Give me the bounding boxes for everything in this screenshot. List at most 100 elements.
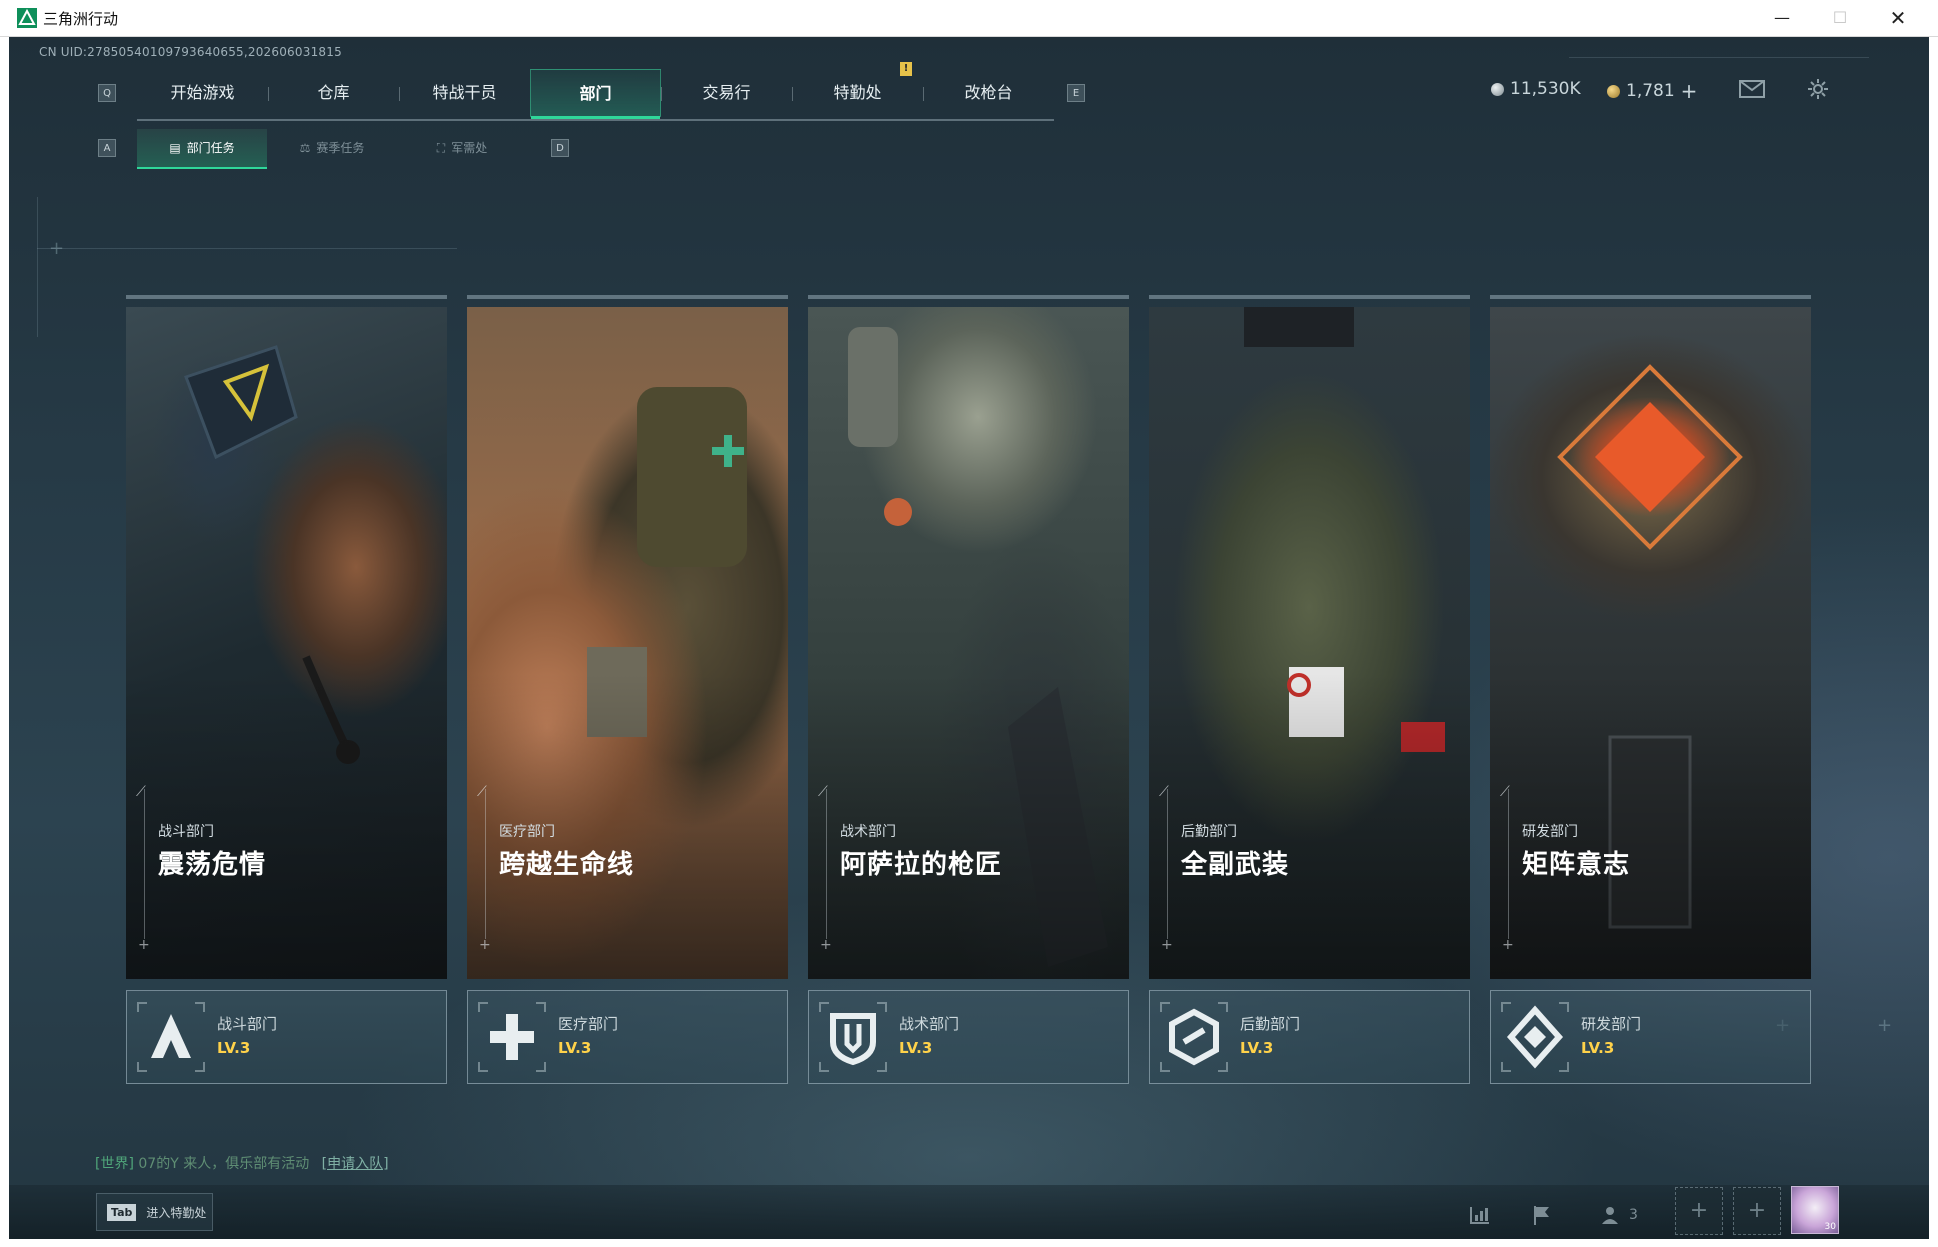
dept-level: LV.3 — [558, 1039, 592, 1057]
minimize-button[interactable]: — — [1754, 0, 1810, 37]
card-frame-line — [826, 789, 827, 939]
friend-count: 3 — [1629, 1207, 1638, 1223]
tab-operators[interactable]: 特战干员 — [399, 69, 530, 117]
combat-dept-icon — [137, 1002, 205, 1072]
stats-chart-icon[interactable] — [1465, 1203, 1495, 1227]
subtab-dept-tasks[interactable]: ▤ 部门任务 — [137, 129, 267, 169]
tab-special-ops[interactable]: 特勤处 — [792, 69, 923, 117]
nav-next-key-hint[interactable]: E — [1067, 84, 1085, 102]
crosshair-icon: + — [1161, 937, 1173, 953]
dept-card-research[interactable]: ⟋ + 研发部门 矩阵意志 — [1490, 295, 1811, 979]
dept-card-title: 震荡危情 — [158, 850, 267, 880]
dept-card-title: 矩阵意志 — [1522, 850, 1631, 880]
dept-card-subtitle: 研发部门 — [1522, 824, 1578, 840]
friends-icon — [1602, 1207, 1618, 1224]
dept-card-tactical[interactable]: ⟋ + 战术部门 阿萨拉的枪匠 — [808, 295, 1129, 979]
dept-card-subtitle: 医疗部门 — [499, 824, 555, 840]
dept-info-tactical[interactable]: 战术部门 LV.3 — [808, 990, 1129, 1084]
subtab-label: 部门任务 — [186, 141, 235, 155]
flag-icon[interactable] — [1527, 1203, 1557, 1227]
subtab-quartermaster[interactable]: ⛶ 军需处 — [397, 129, 527, 167]
hud-decoration — [37, 197, 38, 337]
subtab-label: 赛季任务 — [316, 141, 365, 155]
silver-coin-icon — [1491, 82, 1504, 96]
window-titlebar: 三角洲行动 — ☐ ✕ — [0, 0, 1938, 37]
crosshair-icon: + — [479, 937, 491, 953]
tab-departments[interactable]: 部门 — [530, 69, 661, 119]
join-team-link[interactable]: [申请入队] — [322, 1156, 389, 1172]
world-chat-message: [世界] 07的Y 来人，俱乐部有活动 [申请入队] — [95, 1153, 389, 1173]
team-slot-1[interactable]: + — [1675, 1187, 1723, 1235]
sub-nav: ▤ 部门任务 ⚖ 赛季任务 ⛶ 军需处 — [137, 129, 527, 169]
card-frame-line — [485, 789, 486, 939]
dept-level: LV.3 — [1240, 1039, 1274, 1057]
dept-card-logistics[interactable]: ⟋ + 后勤部门 全副武装 — [1149, 295, 1470, 979]
hud-plus-decoration: + — [1877, 1015, 1893, 1036]
crosshair-icon: + — [138, 937, 150, 953]
logistics-hex-icon — [1160, 1002, 1228, 1072]
dept-level: LV.3 — [217, 1039, 251, 1057]
window-title: 三角洲行动 — [43, 10, 119, 28]
mail-icon[interactable] — [1738, 77, 1766, 101]
app-logo-icon — [17, 8, 37, 28]
tab-start-game[interactable]: 开始游戏 — [137, 69, 268, 117]
hud-decoration — [1569, 57, 1869, 58]
dept-card-combat[interactable]: ⟋ + 战斗部门 震荡危情 — [126, 295, 447, 979]
notification-badge: ! — [900, 62, 912, 76]
dept-card-subtitle: 战斗部门 — [158, 824, 214, 840]
corner-marker-icon: ⟋ — [1159, 784, 1169, 800]
player-avatar[interactable]: 30 — [1791, 1186, 1839, 1234]
friends-button[interactable]: 3 — [1601, 1203, 1651, 1227]
dept-info-research[interactable]: 研发部门 LV.3 — [1490, 990, 1811, 1084]
subtab-label: 军需处 — [451, 141, 488, 155]
subnav-next-key-hint[interactable]: D — [551, 139, 569, 157]
crosshair-icon: + — [1502, 937, 1514, 953]
dept-info-logistics[interactable]: 后勤部门 LV.3 — [1149, 990, 1470, 1084]
corner-marker-icon: ⟋ — [1500, 784, 1510, 800]
subtab-season-tasks[interactable]: ⚖ 赛季任务 — [267, 129, 397, 167]
chat-channel: [世界] — [95, 1156, 134, 1172]
chat-text: 来人，俱乐部有活动 — [183, 1156, 310, 1172]
tab-gunsmith[interactable]: 改枪台 — [923, 69, 1054, 117]
team-slot-2[interactable]: + — [1733, 1187, 1781, 1235]
gold-currency: 1,781 + — [1607, 79, 1697, 103]
maximize-button[interactable]: ☐ — [1812, 0, 1868, 37]
close-button[interactable]: ✕ — [1870, 0, 1926, 37]
dept-card-title: 全副武装 — [1181, 850, 1290, 880]
card-frame-line — [144, 789, 145, 939]
hud-plus-decoration: + — [49, 238, 65, 259]
main-nav: 开始游戏 仓库 特战干员 部门 交易行 特勤处 改枪台 — [137, 69, 1054, 121]
settings-gear-icon[interactable] — [1804, 77, 1832, 101]
research-diamond-icon — [1501, 1002, 1569, 1072]
dept-card-medical[interactable]: ⟋ + 医疗部门 跨越生命线 — [467, 295, 788, 979]
card-frame-line — [1167, 789, 1168, 939]
dept-info-combat[interactable]: 战斗部门 LV.3 — [126, 990, 447, 1084]
dept-card-subtitle: 后勤部门 — [1181, 824, 1237, 840]
crosshair-icon: + — [820, 937, 832, 953]
gold-amount: 1,781 — [1626, 81, 1675, 101]
task-icon: ▤ — [169, 141, 181, 155]
card-frame-line — [1508, 789, 1509, 939]
silver-amount: 11,530K — [1510, 79, 1581, 99]
game-viewport: CN UID:27850540109793640655,202606031815… — [9, 37, 1929, 1239]
enter-special-ops-button[interactable]: Tab 进入特勤处 — [96, 1193, 213, 1231]
subnav-prev-key-hint[interactable]: A — [98, 139, 116, 157]
player-uid: CN UID:27850540109793640655,202606031815 — [39, 45, 342, 59]
corner-marker-icon: ⟋ — [136, 784, 146, 800]
corner-marker-icon: ⟋ — [818, 784, 828, 800]
chat-user[interactable]: 07的Y — [138, 1156, 178, 1172]
tab-key-hint: Tab — [107, 1203, 137, 1221]
nav-prev-key-hint[interactable]: Q — [98, 84, 116, 102]
tab-trading[interactable]: 交易行 — [661, 69, 792, 117]
dept-level: LV.3 — [1581, 1039, 1615, 1057]
medical-cross-icon — [478, 1002, 546, 1072]
avatar-level: 30 — [1824, 1222, 1836, 1232]
tab-warehouse[interactable]: 仓库 — [268, 69, 399, 117]
dept-level: LV.3 — [899, 1039, 933, 1057]
supply-icon: ⛶ — [436, 141, 446, 155]
silver-currency: 11,530K — [1491, 79, 1581, 99]
add-currency-button[interactable]: + — [1681, 79, 1698, 103]
gold-coin-icon — [1607, 84, 1620, 98]
dept-info-medical[interactable]: 医疗部门 LV.3 — [467, 990, 788, 1084]
dept-name: 医疗部门 — [558, 1015, 619, 1033]
